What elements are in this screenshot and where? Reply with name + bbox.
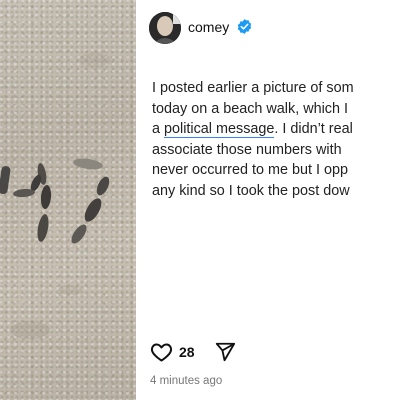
caption-line: I posted earlier a picture of som — [152, 80, 354, 96]
verified-badge-icon — [237, 19, 252, 34]
shell-arrangement — [0, 53, 111, 339]
caption-line: any kind so I took the post dow — [152, 182, 350, 199]
post-panel: comey I posted earlier a picture of som … — [136, 0, 400, 400]
caption-line: associate those numbers with — [152, 141, 342, 158]
political-message-link[interactable]: political message — [164, 121, 275, 138]
caption-line: never occurred to me but I opp — [152, 162, 348, 178]
heart-icon[interactable] — [149, 340, 174, 364]
username[interactable]: comey — [188, 19, 229, 35]
caption-line: today on a beach walk, which I — [152, 100, 348, 117]
caption-line: a political message. I didn’t real — [152, 121, 353, 138]
avatar[interactable] — [149, 12, 181, 44]
like-count[interactable]: 28 — [179, 344, 195, 360]
post-caption: I posted earlier a picture of som today … — [152, 78, 400, 201]
beach-photo — [0, 0, 136, 400]
share-icon[interactable] — [213, 341, 237, 363]
post-timestamp: 4 minutes ago — [150, 375, 223, 387]
